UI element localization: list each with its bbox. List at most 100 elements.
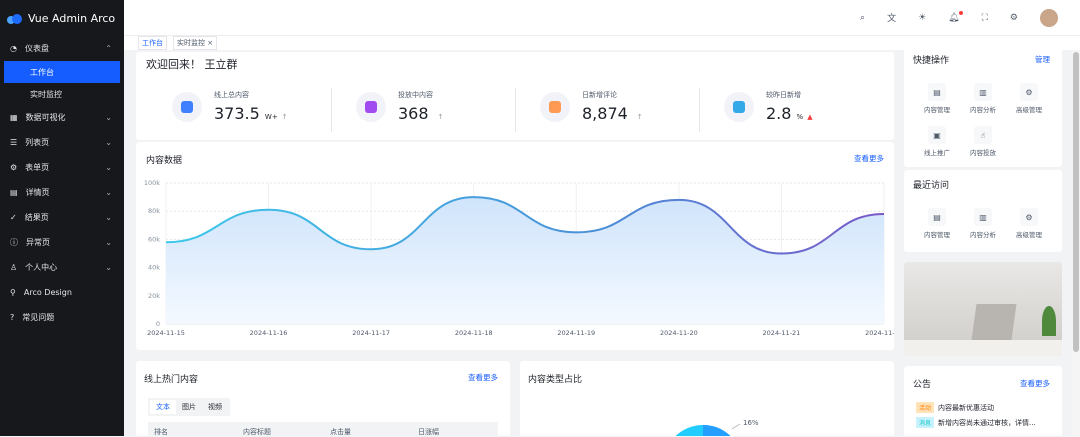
shortcut-label: 内容分析	[970, 106, 996, 114]
logo-icon	[6, 12, 22, 24]
content-data-card: 内容数据 查看更多 020k40k60k80k100k2024-11-15202…	[136, 142, 894, 350]
sidebar: Vue Admin Arco ◔仪表盘⌃工作台实时监控▦数据可视化⌄☰列表页⌄⚙…	[0, 0, 124, 436]
y-tick-label: 40k	[148, 264, 160, 272]
notice-item[interactable]: 活动 内容最新优惠活动	[916, 402, 994, 413]
y-tick-label: 80k	[148, 207, 160, 215]
divider	[515, 88, 516, 132]
search-icon[interactable]: ⌕	[860, 13, 865, 23]
chevron-down-icon: ⌄	[105, 163, 112, 172]
notice-text: 内容最新优惠活动	[938, 403, 994, 413]
user-avatar[interactable]	[1040, 9, 1058, 27]
trend-icon: ↑	[637, 113, 643, 121]
notification-icon[interactable]: 🔔︎	[948, 13, 959, 23]
shortcut-label: 内容管理	[924, 106, 950, 114]
sidebar-item-label: 表单页	[25, 162, 49, 173]
grid-icon: ▦	[10, 113, 18, 122]
shortcut-item[interactable]: ☝内容投放	[960, 126, 1006, 157]
tab-text[interactable]: 文本	[150, 400, 176, 414]
tab-video[interactable]: 视频	[202, 400, 228, 414]
sidebar-item[interactable]: ▦ 数据可视化 ⌄	[0, 105, 124, 130]
y-tick-label: 60k	[148, 235, 160, 243]
tab-label: 实时监控	[177, 39, 205, 47]
close-icon[interactable]: ×	[207, 39, 213, 47]
sidebar-item[interactable]: ✓结果页⌄	[0, 205, 124, 230]
banner-image[interactable]	[904, 262, 1062, 356]
shortcut-item[interactable]: ⚙高级管理	[1006, 83, 1052, 114]
sidebar-item[interactable]: ⓘ异常页⌄	[0, 230, 124, 255]
y-tick-label: 0	[156, 320, 160, 328]
tab-image[interactable]: 图片	[176, 400, 202, 414]
sidebar-item-label: 仪表盘	[25, 43, 49, 54]
content-type-card: 内容类型占比 16%	[520, 361, 894, 436]
sidebar-item[interactable]: ?常见问题	[0, 305, 124, 330]
shortcut-item[interactable]: ▥ 内容分析	[960, 83, 1006, 114]
top-header: ⌕ 文 ☀ 🔔︎ ⛶ ⚙	[124, 0, 1080, 35]
view-more-link[interactable]: 查看更多	[1020, 378, 1050, 389]
app-logo[interactable]: Vue Admin Arco	[0, 0, 124, 36]
stat-label: 线上总内容	[214, 90, 288, 100]
shortcut-item[interactable]: ▥内容分析	[960, 208, 1006, 239]
shortcut-icon: ⚙	[1020, 208, 1038, 226]
language-icon[interactable]: 文	[887, 11, 896, 24]
hot-tabs: 文本 图片 视频	[148, 398, 230, 416]
sidebar-item-label: 详情页	[26, 187, 50, 198]
shortcut-item[interactable]: ▣线上推广	[914, 126, 960, 157]
sidebar-item[interactable]: ▤详情页⌄	[0, 180, 124, 205]
shortcut-label: 高级管理	[1016, 106, 1042, 114]
sidebar-subitem[interactable]: 工作台	[4, 61, 120, 83]
shortcut-icon: ▥	[974, 83, 992, 101]
sidebar-item[interactable]: ◔ 仪表盘 ⌃	[0, 36, 124, 61]
pie-label: 16%	[743, 419, 759, 427]
trend-icon: ↑	[438, 113, 444, 121]
x-tick-label: 2024-11-18	[455, 329, 493, 337]
file-icon: ▤	[10, 188, 18, 197]
x-tick-label: 2024-11-17	[352, 329, 390, 337]
view-more-link[interactable]: 查看更多	[468, 372, 498, 383]
stat-unit: %	[797, 113, 804, 121]
shortcut-label: 高级管理	[1016, 231, 1042, 239]
divider	[699, 88, 700, 132]
stat-icon	[724, 92, 754, 122]
stat-icon	[172, 92, 202, 122]
shortcut-item[interactable]: ▤内容管理	[914, 208, 960, 239]
stat-label: 日新增评论	[582, 90, 643, 100]
shortcut-item[interactable]: ⚙ 高级管理	[1006, 208, 1052, 239]
dashboard-icon: ◔	[10, 44, 17, 53]
fullscreen-icon[interactable]: ⛶	[982, 13, 988, 23]
link-icon: ⚲	[10, 288, 16, 297]
shortcut-item[interactable]: ▤内容管理	[914, 83, 960, 114]
trend-icon: ↑	[282, 113, 288, 121]
stat-icon	[540, 92, 570, 122]
stat-value: 373.5	[214, 104, 260, 123]
notice-tag: 消息	[916, 417, 934, 428]
x-tick-label: 2024-11-19	[557, 329, 595, 337]
notice-tag: 活动	[916, 402, 934, 413]
notice-item[interactable]: 消息 新增内容尚未通过审核，详情...	[916, 417, 1036, 428]
shortcut-label: 线上推广	[924, 149, 950, 157]
sidebar-item-label: 结果页	[25, 212, 49, 223]
scrollbar[interactable]	[1072, 50, 1080, 436]
shortcut-icon: ▤	[928, 208, 946, 226]
recent-card: 最近访问 ▤内容管理▥内容分析⚙高级管理	[904, 170, 1062, 252]
tab-workplace[interactable]: 工作台	[138, 36, 167, 50]
stat-unit: W+	[265, 113, 278, 121]
stat-item: 投放中内容 368 ↑	[356, 90, 444, 123]
sidebar-subitem[interactable]: 实时监控	[0, 83, 124, 105]
manage-link[interactable]: 管理	[1035, 54, 1050, 65]
stat-label: 投放中内容	[398, 90, 444, 100]
chevron-up-icon: ⌃	[105, 44, 112, 53]
sidebar-item-label: 数据可视化	[26, 112, 66, 123]
tab-monitor[interactable]: 实时监控 ×	[173, 36, 217, 50]
sidebar-item[interactable]: ☰列表页⌄	[0, 130, 124, 155]
notice-text: 新增内容尚未通过审核，详情...	[938, 418, 1036, 428]
stat-value: 8,874	[582, 104, 628, 123]
chevron-down-icon: ⌄	[105, 113, 112, 122]
sidebar-item[interactable]: ♙个人中心⌄	[0, 255, 124, 280]
theme-icon[interactable]: ☀	[918, 13, 926, 23]
sidebar-item[interactable]: ⚙ 表单页 ⌄	[0, 155, 124, 180]
stat-item: 线上总内容 373.5 W+ ↑	[172, 90, 288, 123]
settings-icon: ⚙	[10, 163, 17, 172]
sidebar-item[interactable]: ⚲Arco Design	[0, 280, 124, 305]
exclamation-icon: ⓘ	[10, 237, 18, 248]
settings-icon[interactable]: ⚙	[1010, 13, 1018, 23]
